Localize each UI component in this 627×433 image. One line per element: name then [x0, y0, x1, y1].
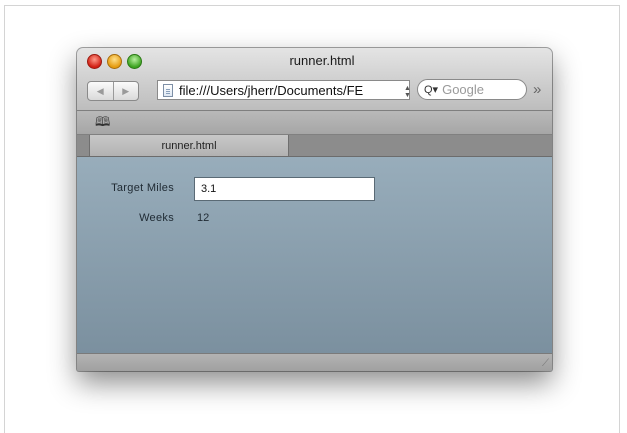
title-bar: runner.html ◀ ▶ file:///Users/jherr/Docu…: [77, 48, 552, 111]
page-icon: [163, 83, 173, 97]
address-dropdown-icon[interactable]: ▲ ▼: [404, 85, 411, 99]
search-placeholder: Google: [442, 82, 484, 97]
window-title: runner.html: [289, 53, 355, 68]
browser-window: runner.html ◀ ▶ file:///Users/jherr/Docu…: [77, 48, 552, 371]
target-miles-input[interactable]: [194, 177, 375, 201]
address-bar[interactable]: file:///Users/jherr/Documents/FE: [157, 80, 410, 100]
nav-buttons: ◀ ▶: [87, 81, 139, 101]
zoom-button[interactable]: [127, 54, 142, 69]
tab-bar: runner.html: [77, 135, 552, 157]
overflow-chevron-icon[interactable]: »: [533, 81, 541, 98]
status-bar: ⟋: [77, 353, 552, 371]
resize-grip-icon[interactable]: ⟋: [542, 358, 549, 369]
back-icon[interactable]: ◀: [88, 82, 113, 100]
bookmarks-bar: 🕮: [77, 111, 552, 135]
figure-border-right: [619, 5, 620, 433]
figure-border-left: [4, 5, 5, 433]
forward-icon[interactable]: ▶: [112, 82, 139, 100]
tab-runner[interactable]: runner.html: [89, 135, 289, 156]
target-miles-label: Target Miles: [111, 182, 174, 194]
bookmarks-icon[interactable]: 🕮: [95, 113, 110, 135]
search-icon[interactable]: Q▾: [424, 83, 438, 96]
search-field[interactable]: Q▾ Google: [417, 79, 527, 100]
close-button[interactable]: [87, 54, 102, 69]
weeks-value: 12: [197, 212, 210, 224]
figure-border-top: [4, 5, 620, 6]
weeks-label: Weeks: [139, 212, 174, 224]
address-text: file:///Users/jherr/Documents/FE: [179, 82, 364, 98]
minimize-button[interactable]: [107, 54, 122, 69]
page-content: Target Miles Weeks 12: [77, 157, 552, 353]
